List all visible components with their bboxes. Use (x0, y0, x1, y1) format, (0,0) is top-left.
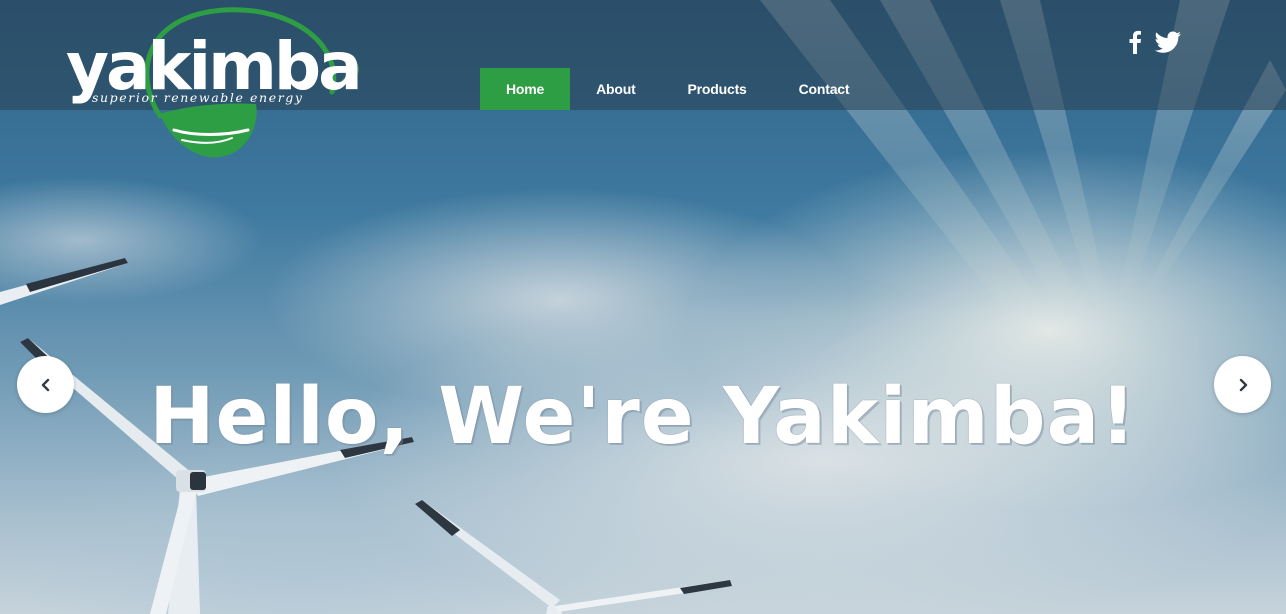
chevron-right-icon (1239, 378, 1247, 391)
nav-about[interactable]: About (570, 68, 661, 110)
brand-tagline: superior renewable energy (92, 90, 304, 105)
nav-contact[interactable]: Contact (773, 68, 876, 110)
facebook-icon[interactable] (1128, 30, 1142, 54)
social-links (1128, 30, 1182, 54)
twitter-icon[interactable] (1154, 31, 1182, 53)
slider-next-button[interactable] (1214, 356, 1271, 413)
main-nav: Home About Products Contact (480, 68, 875, 110)
nav-home[interactable]: Home (480, 68, 571, 110)
brand-logo[interactable]: yakimba superior renewable energy (64, 6, 364, 162)
nav-products[interactable]: Products (662, 68, 773, 110)
hero-title: Hello, We're Yakimba! (149, 372, 1137, 463)
slider-prev-button[interactable] (17, 356, 74, 413)
chevron-left-icon (41, 378, 49, 391)
